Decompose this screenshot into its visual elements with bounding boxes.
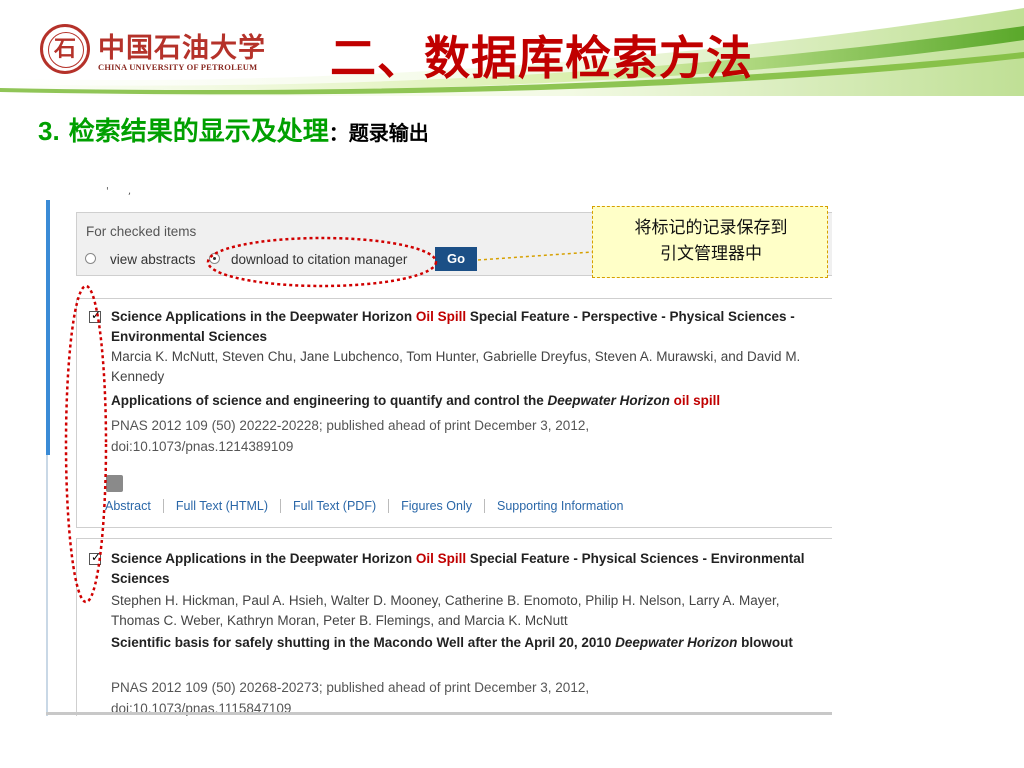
download-citation-label: download to citation manager <box>231 252 408 267</box>
slide-header: 石 中国石油大学 CHINA UNIVERSITY OF PETROLEUM 二… <box>0 0 1024 96</box>
cropped-top-fragment: ' , <box>106 186 140 197</box>
result-2-highlight-oil: Oil <box>415 551 434 566</box>
download-citation-radio[interactable] <box>209 253 220 264</box>
section-number: 3. <box>38 116 60 146</box>
section-heading-text: 检索结果的显示及处理 <box>68 117 329 147</box>
checked-items-label: For checked items <box>86 224 197 239</box>
callout-text: 将标记的记录保存到 引文管理器中 <box>593 215 829 267</box>
go-button[interactable]: Go <box>435 247 477 271</box>
page-left-accent-bar <box>46 200 50 455</box>
view-abstracts-label: view abstracts <box>110 252 196 267</box>
supporting-information-link[interactable]: Supporting Information <box>483 499 636 513</box>
result-1-section-title[interactable]: Science Applications in the Deepwater Ho… <box>111 307 831 347</box>
result-2-title-part: Science Applications in the Deepwater Ho… <box>111 551 416 566</box>
result-1-title-part: Science Applications in the Deepwater Ho… <box>111 309 416 324</box>
result-2-checkbox[interactable] <box>89 550 101 565</box>
result-1-article-highlight: oil spill <box>673 393 721 408</box>
full-text-html-link[interactable]: Full Text (HTML) <box>162 499 280 513</box>
result-1-highlight-oil: Oil <box>415 309 434 324</box>
annotation-callout: 将标记的记录保存到 引文管理器中 <box>592 206 828 278</box>
callout-line-2: 引文管理器中 <box>660 244 762 264</box>
search-result-2: Science Applications in the Deepwater Ho… <box>76 538 832 716</box>
result-2-article-rest: blowout <box>737 635 793 650</box>
result-1-article-title[interactable]: Applications of science and engineering … <box>111 391 831 411</box>
result-1-citation-line-2: doi:10.1073/pnas.1214389109 <box>111 439 294 454</box>
search-result-1: Science Applications in the Deepwater Ho… <box>76 298 832 528</box>
result-2-citation: PNAS 2012 109 (50) 20268-20273; publishe… <box>111 677 811 716</box>
result-1-citation: PNAS 2012 109 (50) 20222-20228; publishe… <box>111 415 811 457</box>
result-1-citation-line-1: PNAS 2012 109 (50) 20222-20228; publishe… <box>111 418 590 433</box>
full-text-pdf-link[interactable]: Full Text (PDF) <box>280 499 389 513</box>
section-subheading: 题录输出 <box>348 121 429 145</box>
result-1-article-part: Applications of science and engineering … <box>111 393 548 408</box>
result-1-article-italic: Deepwater Horizon <box>547 393 670 408</box>
section-heading: 3. 检索结果的显示及处理：题录输出 <box>38 114 429 150</box>
result-2-article-italic: Deepwater Horizon <box>615 635 738 650</box>
university-logo: 石 中国石油大学 CHINA UNIVERSITY OF PETROLEUM <box>40 22 270 78</box>
result-2-article-title[interactable]: Scientific basis for safely shutting in … <box>111 633 831 653</box>
result-2-authors: Stephen H. Hickman, Paul A. Hsieh, Walte… <box>111 593 780 628</box>
result-2-article-part: Scientific basis for safely shutting in … <box>111 635 616 650</box>
section-colon: ： <box>328 121 349 145</box>
logo-chinese-name: 中国石油大学 <box>98 33 266 64</box>
logo-english-name: CHINA UNIVERSITY OF PETROLEUM <box>98 62 258 72</box>
result-1-checkbox[interactable] <box>89 308 101 323</box>
result-2-citation-line-1: PNAS 2012 109 (50) 20268-20273; publishe… <box>111 680 590 695</box>
figures-only-link[interactable]: Figures Only <box>388 499 484 513</box>
callout-line-1: 将标记的记录保存到 <box>634 218 788 238</box>
page-title: 二、数据库检索方法 <box>330 31 753 85</box>
result-1-authors: Marcia K. McNutt, Steven Chu, Jane Lubch… <box>111 349 801 384</box>
result-1-links: Abstract Full Text (HTML) Full Text (PDF) F… <box>105 499 636 513</box>
result-1-highlight-spill: Spill <box>437 309 467 324</box>
view-abstracts-radio[interactable] <box>85 253 96 264</box>
result-1-thumbnail-icon[interactable] <box>106 475 123 492</box>
screenshot-bottom-border <box>46 712 832 715</box>
abstract-link[interactable]: Abstract <box>105 499 163 513</box>
university-seal-icon: 石 <box>40 24 90 74</box>
page-left-border <box>46 455 48 716</box>
result-2-highlight-spill: Spill <box>437 551 467 566</box>
result-2-section-title[interactable]: Science Applications in the Deepwater Ho… <box>111 549 831 589</box>
